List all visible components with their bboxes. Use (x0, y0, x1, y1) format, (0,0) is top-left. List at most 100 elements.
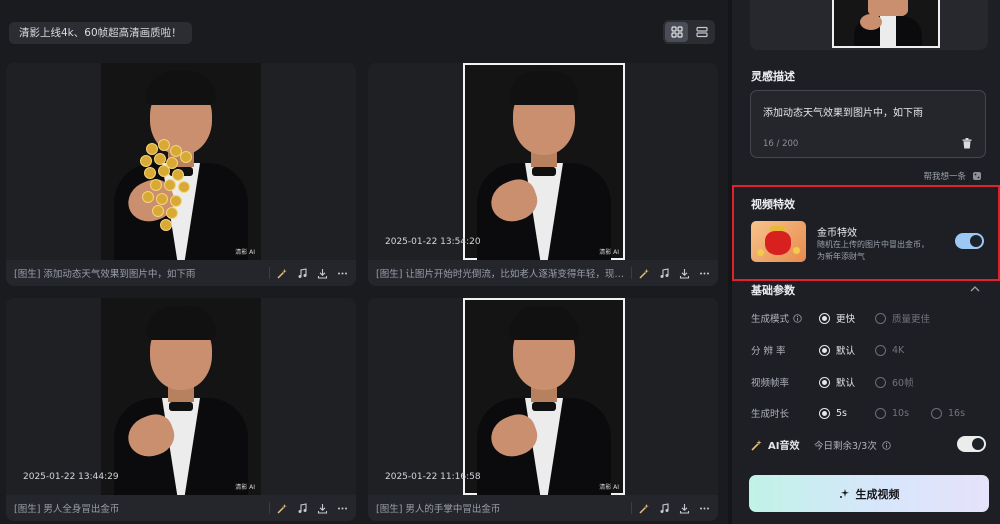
option-label: 默认 (836, 346, 856, 357)
param-option[interactable]: 10s (875, 407, 910, 419)
grid-view-icon (670, 26, 683, 38)
uploaded-image-thumbnail[interactable] (832, 0, 940, 48)
remix-button[interactable] (638, 502, 650, 514)
magic-wand-icon (276, 268, 287, 279)
list-view-icon (695, 26, 708, 38)
param-option[interactable]: 更快 (819, 311, 855, 325)
video-timestamp: 2025-01-22 13:54:20 (385, 237, 481, 247)
video-thumbnail: 清影 AI (101, 63, 261, 260)
radio-button[interactable] (819, 344, 830, 356)
video-caption: [图生] 男人的手掌中冒出金币 (376, 504, 501, 515)
download-button[interactable] (316, 502, 328, 514)
more-button[interactable] (336, 267, 348, 279)
param-label: 视频帧率 (751, 378, 790, 389)
remix-button[interactable] (638, 267, 650, 279)
card-actions (269, 502, 348, 514)
watermark: 清影 AI (235, 484, 255, 491)
download-icon (317, 503, 327, 514)
option-label: 60帧 (892, 378, 914, 389)
watermark: 清影 AI (235, 249, 255, 256)
generate-video-button[interactable]: 生成视频 (749, 475, 989, 512)
video-caption: [图生] 添加动态天气效果到图片中，如下雨 (14, 269, 196, 280)
remix-button[interactable] (276, 502, 288, 514)
add-music-button[interactable] (296, 267, 308, 279)
video-preview[interactable]: 清影 AI (6, 63, 356, 260)
radio-button[interactable] (819, 407, 830, 419)
radio-button[interactable] (875, 312, 886, 324)
param-label: 生成模式 (751, 314, 790, 325)
clear-prompt-button[interactable] (961, 137, 973, 149)
param-option[interactable]: 60帧 (875, 375, 914, 389)
ai-audio-toggle[interactable] (957, 436, 986, 452)
param-option[interactable]: 质量更佳 (875, 311, 930, 325)
video-preview[interactable]: 清影 AI 2025-01-22 13:44:29 (6, 298, 356, 495)
effect-card-coins[interactable]: 金币特效 随机在上传的图片中冒出金币，为新年添财气 (751, 221, 987, 267)
option-label: 4K (892, 344, 905, 356)
video-card[interactable]: 清影 AI 2025-01-22 13:44:29 [图生] 男人全身冒出金币 (6, 298, 356, 521)
chevron-up-icon[interactable] (970, 285, 980, 292)
view-mode-toggle (663, 20, 715, 44)
radio-button[interactable] (819, 376, 830, 388)
add-music-button[interactable] (658, 502, 670, 514)
param-option[interactable]: 默认 (819, 343, 855, 357)
suggest-prompt-button[interactable]: 帮我想一条 (923, 170, 982, 182)
download-button[interactable] (316, 267, 328, 279)
video-thumbnail: 清影 AI (101, 298, 261, 495)
video-card[interactable]: 清影 AI [图生] 添加动态天气效果到图片中，如下雨 (6, 63, 356, 286)
more-button[interactable] (698, 267, 710, 279)
uploaded-image-area[interactable] (750, 0, 988, 50)
ai-audio-quota: 今日剩余3/3次 (814, 438, 891, 452)
radio-button[interactable] (875, 407, 886, 419)
download-button[interactable] (678, 267, 690, 279)
download-button[interactable] (678, 502, 690, 514)
list-view-button[interactable] (690, 22, 713, 42)
param-option[interactable]: 16s (931, 407, 965, 419)
video-timestamp: 2025-01-22 13:44:29 (23, 472, 119, 482)
video-thumbnail: 清影 AI (463, 298, 625, 495)
param-row: 分 辨 率 默认 4K (751, 343, 987, 357)
param-option[interactable]: 5s (819, 407, 847, 419)
option-label: 5s (836, 407, 847, 419)
radio-button[interactable] (875, 376, 886, 388)
video-card[interactable]: 清影 AI 2025-01-22 11:16:58 [图生] 男人的手掌中冒出金… (368, 298, 718, 521)
radio-button[interactable] (875, 344, 886, 356)
more-button[interactable] (698, 502, 710, 514)
video-thumbnail: 清影 AI (463, 63, 625, 260)
video-card[interactable]: 清影 AI 2025-01-22 13:54:20 [图生] 让图片开始时光倒流… (368, 63, 718, 286)
music-note-icon (660, 502, 669, 513)
param-row: 生成模式 更快 质量更佳 (751, 311, 987, 325)
radio-button[interactable] (819, 312, 830, 324)
magic-wand-icon (276, 503, 287, 514)
grid-view-button[interactable] (665, 22, 688, 42)
video-preview[interactable]: 清影 AI 2025-01-22 11:16:58 (368, 298, 718, 495)
video-caption: [图生] 男人全身冒出金币 (14, 504, 120, 515)
add-music-button[interactable] (296, 502, 308, 514)
more-button[interactable] (336, 502, 348, 514)
download-icon (317, 268, 327, 279)
ai-audio-remaining: 今日剩余3/3次 (814, 441, 877, 452)
info-icon[interactable] (793, 313, 802, 323)
more-icon (337, 272, 347, 274)
video-timestamp: 2025-01-22 11:16:58 (385, 472, 481, 482)
music-note-icon (298, 267, 307, 278)
param-option[interactable]: 4K (875, 344, 905, 356)
sparkle-icon (839, 489, 849, 498)
remix-button[interactable] (276, 267, 288, 279)
coin-effect-toggle[interactable] (955, 233, 984, 249)
download-icon (679, 268, 689, 279)
man-in-tuxedo-figure (469, 63, 619, 260)
info-icon[interactable] (882, 440, 891, 450)
radio-button[interactable] (931, 407, 942, 419)
add-music-button[interactable] (658, 267, 670, 279)
watermark: 清影 AI (599, 249, 619, 256)
coin-effect-thumbnail (751, 221, 806, 262)
video-effects-section: 视频特效 金币特效 随机在上传的图片中冒出金币，为新年添财气 (732, 185, 1000, 281)
video-preview[interactable]: 清影 AI 2025-01-22 13:54:20 (368, 63, 718, 260)
prompt-text[interactable]: 添加动态天气效果到图片中，如下雨 (763, 104, 923, 119)
param-label: 分 辨 率 (751, 346, 786, 357)
param-option[interactable]: 默认 (819, 375, 855, 389)
option-label: 10s (892, 407, 910, 419)
generate-video-label: 生成视频 (855, 487, 900, 501)
trash-icon (962, 137, 972, 148)
prompt-textarea[interactable]: 添加动态天气效果到图片中，如下雨 16 / 200 (750, 90, 986, 158)
